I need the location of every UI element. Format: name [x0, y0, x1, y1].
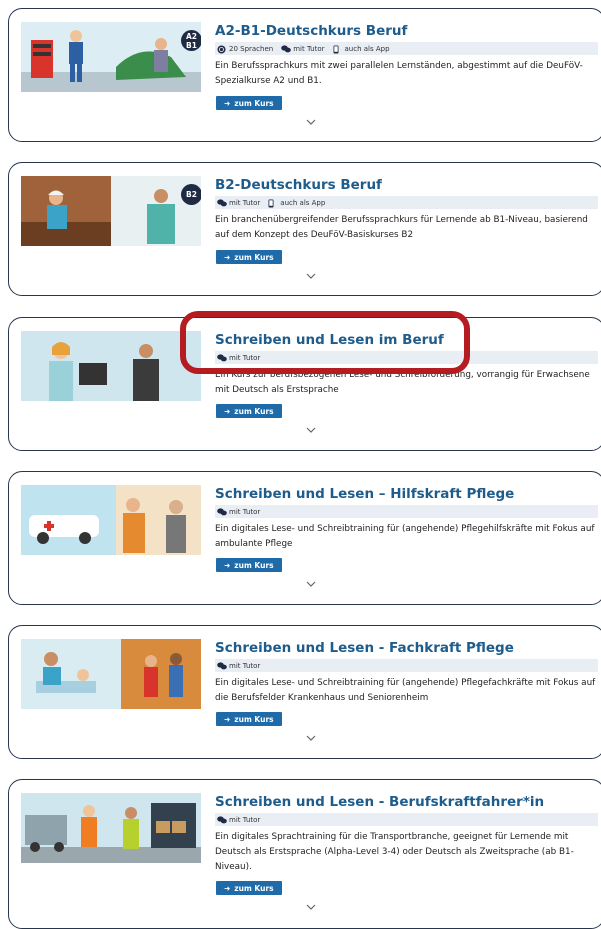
level-badge: B2: [181, 184, 201, 205]
zum-kurs-button[interactable]: ➜ zum Kurs: [216, 712, 282, 726]
course-description: Ein Berufssprachkurs mit zwei parallelen…: [215, 61, 583, 86]
zum-kurs-button[interactable]: ➜ zum Kurs: [216, 250, 282, 264]
zum-kurs-button[interactable]: ➜ zum Kurs: [216, 558, 282, 572]
arrow-right-icon: ➜: [224, 98, 231, 108]
tutor-info: mit Tutor: [217, 816, 260, 824]
tutor-info: mit Tutor: [217, 662, 260, 670]
course-meta: mit Tutor: [215, 659, 598, 672]
zum-kurs-button[interactable]: ➜ zum Kurs: [216, 404, 282, 418]
phone-icon: [268, 199, 277, 207]
course-title[interactable]: A2-B1-Deutschkurs Beruf: [215, 23, 407, 39]
chat-icon: [217, 198, 227, 207]
course-thumbnail-home-care: [21, 485, 201, 555]
chevron-down-icon[interactable]: [306, 904, 316, 914]
tutor-info: mit Tutor: [217, 199, 260, 207]
course-description: Ein digitales Sprachtraining für die Tra…: [215, 832, 574, 872]
course-meta: mit Tutor: [215, 813, 598, 826]
course-title[interactable]: Schreiben und Lesen - Fachkraft Pflege: [215, 640, 514, 656]
course-card-berufskraftfahrer: Schreiben und Lesen - Berufskraftfahrer*…: [8, 779, 601, 929]
course-thumbnail-office: [21, 331, 201, 401]
course-card-a2-b1: A2 B1 A2-B1-Deutschkurs Beruf 20 Sprachen…: [8, 8, 601, 142]
level-badge: A2 B1: [181, 30, 201, 51]
course-meta: 20 Sprachen mit Tutor auch als App: [215, 42, 598, 55]
globe-icon: [217, 45, 226, 53]
course-description: Ein digitales Lese- und Schreibtraining …: [215, 678, 596, 703]
chevron-down-icon[interactable]: [306, 581, 316, 591]
zum-kurs-button[interactable]: ➜ zum Kurs: [216, 96, 282, 110]
course-card-fachkraft-pflege: Schreiben und Lesen - Fachkraft Pflege m…: [8, 625, 601, 759]
highlight-annotation: [180, 311, 470, 374]
course-title[interactable]: B2-Deutschkurs Beruf: [215, 177, 382, 193]
course-meta: mit Tutor auch als App: [215, 196, 598, 209]
arrow-right-icon: ➜: [224, 560, 231, 570]
tutor-info: mit Tutor: [281, 44, 325, 53]
course-thumbnail-hospital: [21, 639, 201, 709]
chat-icon: [217, 507, 227, 516]
arrow-right-icon: ➜: [224, 883, 231, 893]
course-description: Ein branchenübergreifender Berufssprachk…: [215, 215, 588, 240]
course-meta: mit Tutor: [215, 505, 598, 518]
course-card-b2: B2 B2-Deutschkurs Beruf mit Tutor auch a…: [8, 162, 601, 296]
chat-icon: [217, 661, 227, 670]
chevron-down-icon[interactable]: [306, 119, 316, 129]
phone-icon: [333, 45, 342, 53]
course-card-hilfskraft-pflege: Schreiben und Lesen – Hilfskraft Pflege …: [8, 471, 601, 605]
tutor-info: mit Tutor: [217, 508, 260, 516]
app-info: auch als App: [333, 45, 390, 53]
course-thumbnail-workshop: A2 B1: [21, 22, 201, 92]
chevron-down-icon[interactable]: [306, 273, 316, 283]
arrow-right-icon: ➜: [224, 714, 231, 724]
course-thumbnail-craft-medical: B2: [21, 176, 201, 246]
course-title[interactable]: Schreiben und Lesen – Hilfskraft Pflege: [215, 486, 514, 502]
languages-info: 20 Sprachen: [217, 45, 273, 53]
zum-kurs-button[interactable]: ➜ zum Kurs: [216, 881, 282, 895]
course-title[interactable]: Schreiben und Lesen - Berufskraftfahrer*…: [215, 794, 544, 810]
chat-icon: [217, 815, 227, 824]
chevron-down-icon[interactable]: [306, 735, 316, 745]
arrow-right-icon: ➜: [224, 406, 231, 416]
arrow-right-icon: ➜: [224, 252, 231, 262]
course-description: Ein digitales Lese- und Schreibtraining …: [215, 524, 595, 549]
chat-icon: [281, 44, 292, 53]
course-thumbnail-transport: [21, 793, 201, 863]
app-info: auch als App: [268, 199, 325, 207]
chevron-down-icon[interactable]: [306, 427, 316, 437]
